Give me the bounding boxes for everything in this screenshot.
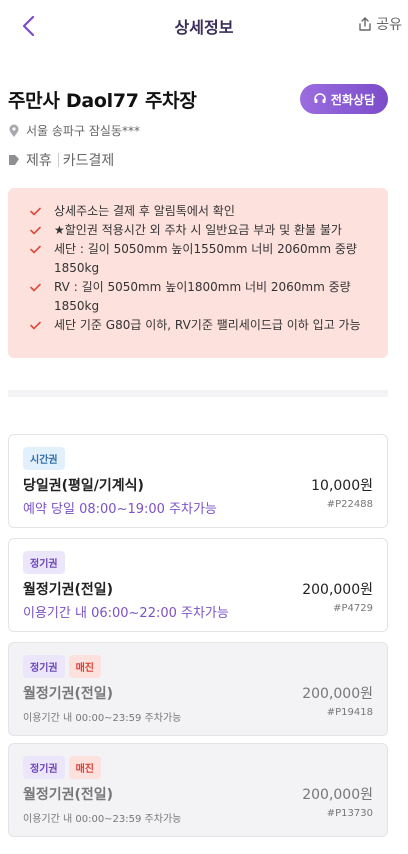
page-title: 상세정보 — [174, 18, 234, 37]
ticket-name: 월정기권(전일) — [23, 686, 114, 702]
ticket-description: 이용기간 내 00:00~23:59 주차가능 — [23, 713, 182, 724]
ticket-card-soldout: 정기권 매진 월정기권(전일) 이용기간 내 00:00~23:59 주차가능 … — [8, 743, 388, 837]
sold-out-badge: 매진 — [68, 655, 102, 678]
tag-card-payment: 카드결제 — [62, 153, 115, 169]
ticket-card[interactable]: 정기권 월정기권(전일) 이용기간 내 06:00~22:00 주차가능 200… — [8, 538, 388, 632]
share-icon — [359, 17, 371, 31]
notice-item: RV : 길이 5050mm 높이1800mm 너비 2060mm 중량 185… — [30, 278, 376, 316]
share-button[interactable]: 공유 — [357, 14, 402, 34]
check-icon — [30, 245, 41, 254]
check-icon — [30, 321, 41, 330]
ticket-badges: 정기권 매진 — [23, 756, 102, 779]
ticket-code: #P22488 — [326, 499, 373, 510]
headset-icon — [314, 93, 326, 103]
tag-partner: 제휴 — [26, 153, 52, 169]
location-pin-icon — [9, 124, 19, 137]
section-divider — [8, 390, 388, 397]
ticket-card-soldout: 정기권 매진 월정기권(전일) 이용기간 내 00:00~23:59 주차가능 … — [8, 642, 388, 736]
ticket-card[interactable]: 시간권 당일권(평일/기계식) 예약 당일 08:00~19:00 주차가능 1… — [8, 434, 388, 528]
sold-out-badge: 매진 — [68, 756, 102, 779]
check-icon — [30, 226, 41, 235]
notice-item: ★할인권 적용시간 외 주차 시 일반요금 부과 및 환불 불가 — [30, 221, 376, 240]
notice-box: 상세주소는 결제 후 알림톡에서 확인 ★할인권 적용시간 외 주차 시 일반요… — [8, 188, 388, 358]
ticket-badges: 시간권 — [23, 447, 65, 470]
address-text: 서울 송파구 잠실동*** — [26, 124, 140, 138]
lot-name: 주만사 Daol77 주차장 — [8, 90, 197, 112]
ticket-code: #P19418 — [326, 707, 373, 718]
ticket-price: 200,000원 — [302, 582, 373, 598]
ticket-description: 이용기간 내 00:00~23:59 주차가능 — [23, 814, 182, 825]
ticket-badges: 정기권 매진 — [23, 655, 102, 678]
notice-item: 세단 기준 G80급 이하, RV기준 팰리세이드급 이하 입고 가능 — [30, 316, 376, 335]
ticket-name: 월정기권(전일) — [23, 787, 114, 803]
app-header: 상세정보 공유 — [0, 0, 408, 52]
ticket-type-badge: 시간권 — [23, 447, 65, 470]
ticket-name: 당일권(평일/기계식) — [23, 478, 144, 494]
tag-icon — [9, 155, 19, 165]
share-label: 공유 — [376, 17, 402, 33]
ticket-type-badge: 정기권 — [23, 756, 65, 779]
ticket-description: 예약 당일 08:00~19:00 주차가능 — [23, 502, 217, 517]
call-consult-button[interactable]: 전화상담 — [300, 84, 388, 114]
ticket-name: 월정기권(전일) — [23, 582, 114, 598]
ticket-price: 10,000원 — [311, 478, 373, 494]
ticket-description: 이용기간 내 06:00~22:00 주차가능 — [23, 606, 229, 621]
call-label: 전화상담 — [330, 92, 376, 107]
lot-tags: 제휴 카드결제 — [8, 150, 114, 170]
ticket-code: #P13730 — [326, 808, 373, 819]
ticket-price: 200,000원 — [302, 686, 373, 702]
ticket-price: 200,000원 — [302, 787, 373, 803]
ticket-type-badge: 정기권 — [23, 551, 65, 574]
tag-divider — [57, 153, 59, 167]
notice-item: 상세주소는 결제 후 알림톡에서 확인 — [30, 202, 376, 221]
check-icon — [30, 207, 41, 216]
ticket-code: #P4729 — [333, 603, 373, 614]
address-row: 서울 송파구 잠실동*** — [8, 122, 140, 139]
check-icon — [30, 283, 41, 292]
notice-item: 세단 : 길이 5050mm 높이1550mm 너비 2060mm 중량 185… — [30, 240, 376, 278]
ticket-type-badge: 정기권 — [23, 655, 65, 678]
ticket-badges: 정기권 — [23, 551, 65, 574]
